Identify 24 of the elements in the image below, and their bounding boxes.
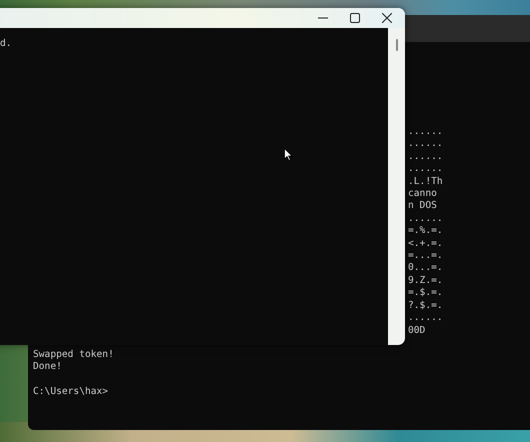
terminal-line: 00D — [408, 324, 426, 337]
close-icon — [382, 13, 392, 23]
terminal-line: =.%.=. — [408, 225, 443, 238]
terminal-line: 9.Z.=. — [408, 274, 443, 288]
terminal-line: d. — [0, 38, 13, 50]
terminal-line: =.$.=. — [408, 287, 443, 300]
terminal-line: ...... — [408, 163, 443, 176]
terminal-line: ...... — [408, 212, 443, 226]
terminal-line: ...... — [408, 150, 443, 164]
terminal-line: ...... — [408, 126, 443, 138]
terminal-line: Swapped token! — [33, 348, 114, 362]
terminal-line: canno — [408, 188, 437, 200]
maximize-icon — [350, 13, 360, 23]
terminal-line: ...... — [408, 312, 443, 324]
terminal-line: <.+.=. — [408, 238, 443, 250]
terminal-line: ?.$.=. — [408, 300, 443, 312]
terminal-line: .L.!Th — [408, 176, 443, 188]
command-prompt: C:\Users\hax> — [33, 386, 108, 399]
terminal-line: Done! — [33, 361, 62, 374]
mouse-pointer-icon — [284, 148, 293, 161]
terminal-line: ...... — [408, 138, 443, 151]
terminal-line: n DOS — [408, 200, 437, 213]
terminal-line: 0...=. — [408, 262, 443, 275]
terminal-line: =...=. — [408, 250, 443, 262]
